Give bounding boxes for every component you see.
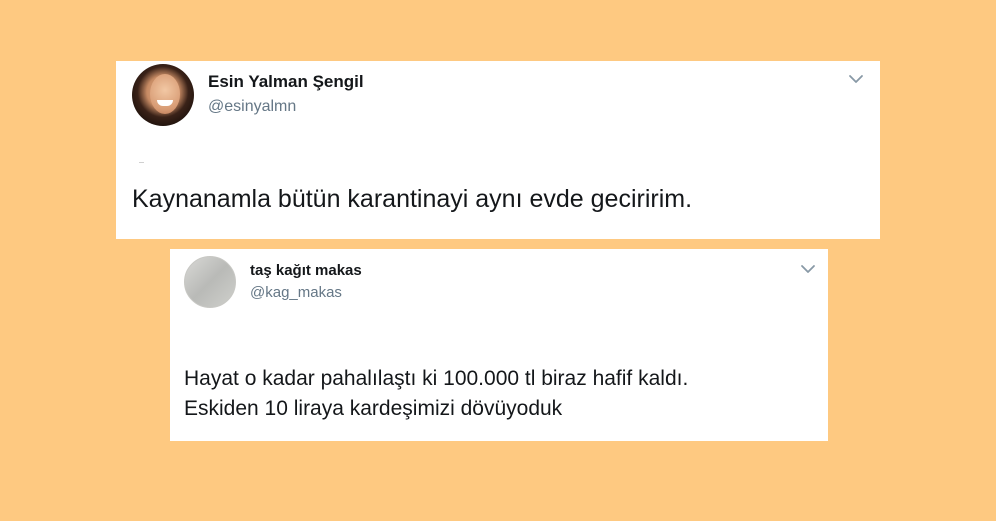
user-handle[interactable]: @esinyalmn [208,98,296,116]
avatar[interactable] [132,64,194,126]
display-name[interactable]: Esin Yalman Şengil [208,72,364,92]
tweet-text-line: Hayat o kadar pahalılaştı ki 100.000 tl … [184,367,689,390]
tweet-text: Kaynanamla bütün karantinayi aynı evde g… [132,185,693,213]
tweet-card: taş kağıt makas @kag_makas Hayat o kadar… [170,249,828,441]
display-name[interactable]: taş kağıt makas [250,262,362,279]
avatar[interactable] [184,256,236,308]
avatar-face [150,74,180,114]
user-handle[interactable]: @kag_makas [250,284,342,301]
divider-mark [139,162,144,163]
chevron-down-icon[interactable] [848,74,864,84]
tweet-text-line: Eskiden 10 liraya kardeşimizi dövüyoduk [184,397,563,420]
chevron-down-icon[interactable] [800,264,816,274]
tweet-card: Esin Yalman Şengil @esinyalmn Kaynanamla… [116,61,880,239]
